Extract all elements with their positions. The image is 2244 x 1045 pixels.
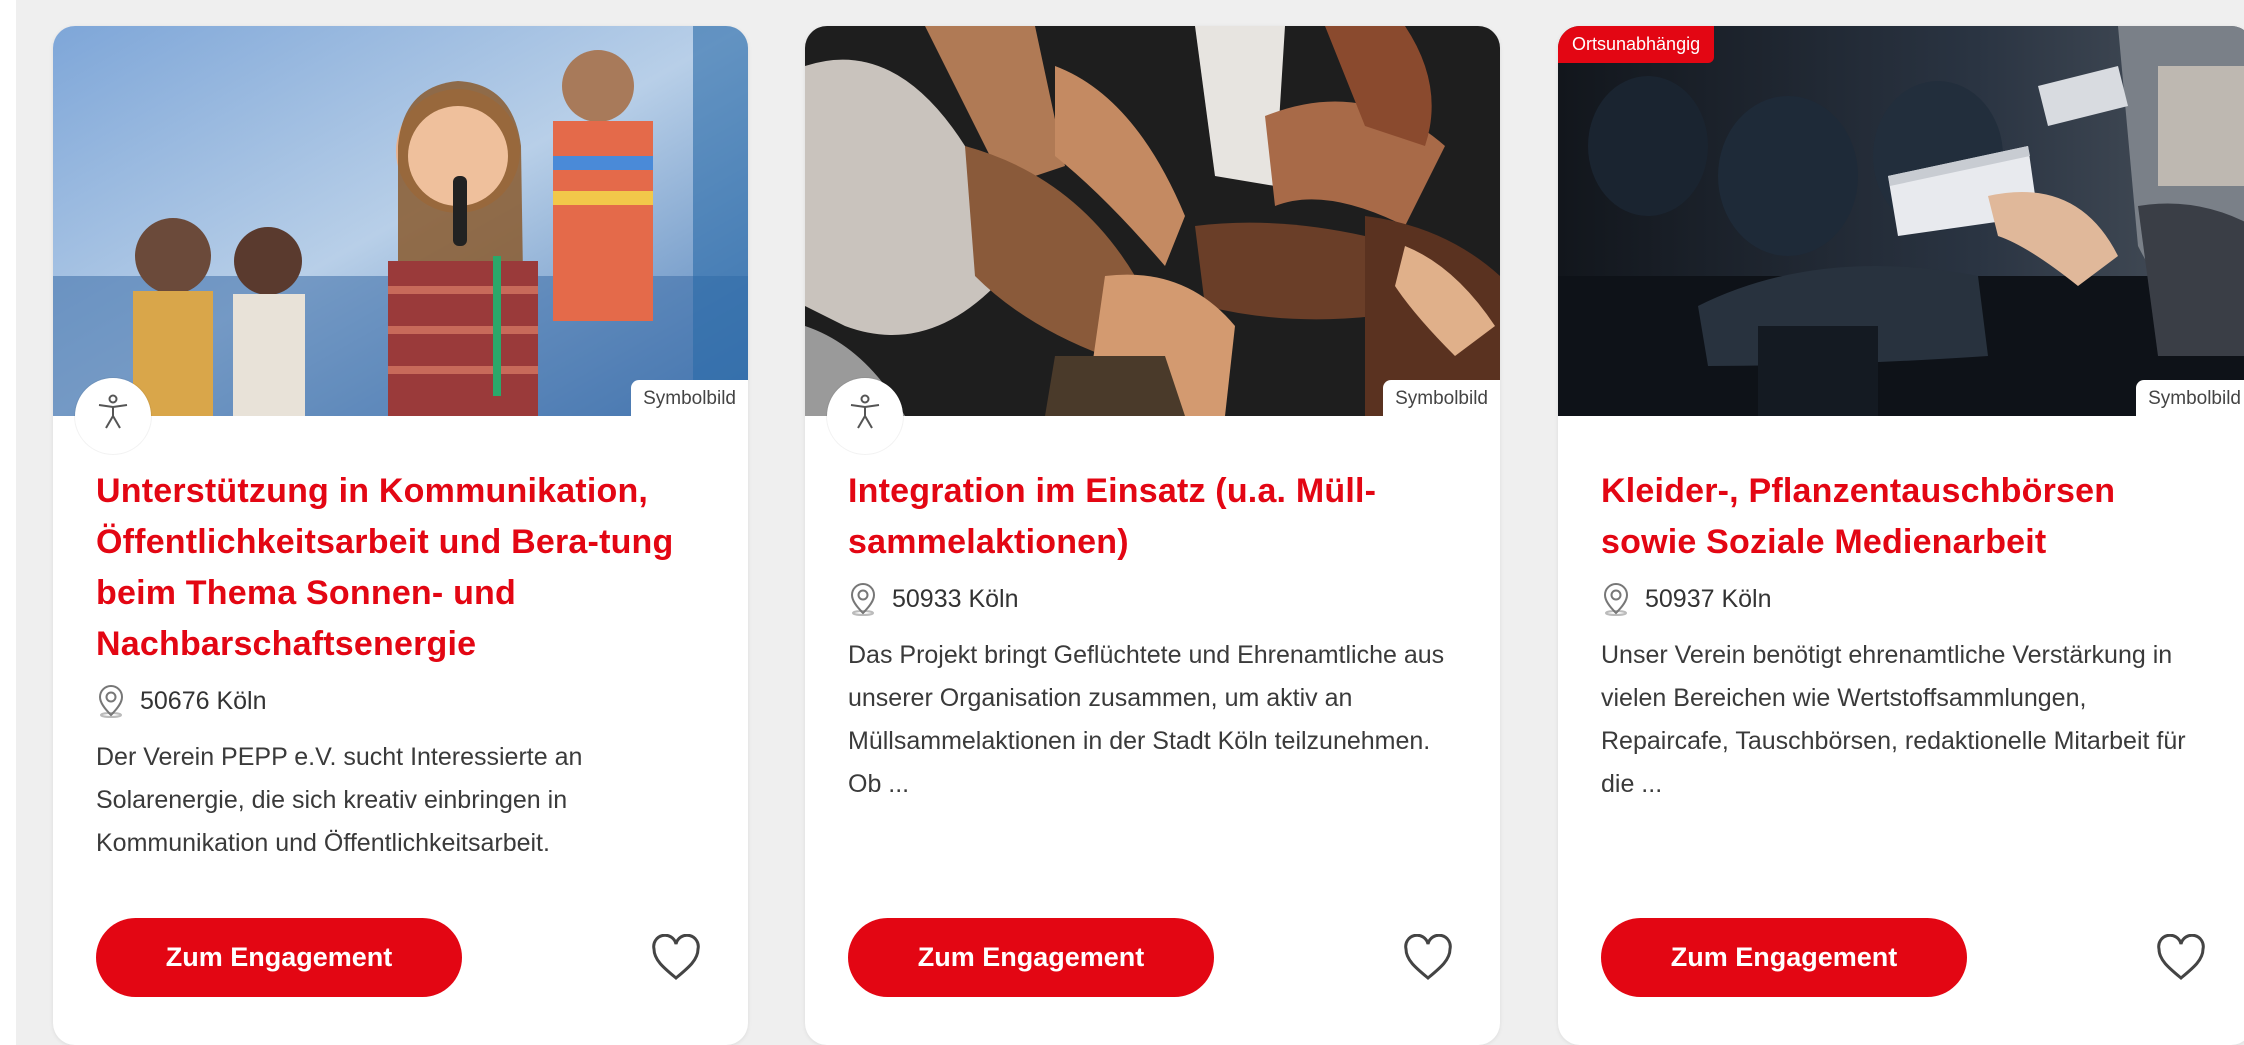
card-description: Das Projekt bringt Geflüchtete und Ehren… xyxy=(848,641,1445,798)
accessibility-icon xyxy=(827,378,903,454)
engagement-card: Symbolbild Unterstützung in Kommunikatio… xyxy=(53,26,748,1045)
card-image[interactable]: Ortsunabhängig Symbolbild xyxy=(1558,26,2244,416)
card-location: 50937 Köln xyxy=(1601,582,2213,616)
card-footer: Zum Engagement xyxy=(1601,918,2213,997)
image-caption: Symbolbild xyxy=(631,380,748,416)
card-image[interactable]: Symbolbild xyxy=(53,26,748,416)
engagement-card: Symbolbild Integration im Einsatz (u.a. … xyxy=(805,26,1500,1045)
heart-outline-icon xyxy=(1404,933,1452,980)
card-location: 50933 Köln xyxy=(848,582,1460,616)
card-body: Kleider-, Pflanzentauschbörsen sowie Soz… xyxy=(1601,466,2213,806)
location-independent-badge: Ortsunabhängig xyxy=(1558,26,1715,63)
card-location: 50676 Köln xyxy=(96,684,708,718)
card-title[interactable]: Unterstützung in Kommunikation, Öffentli… xyxy=(96,466,708,670)
zum-engagement-button[interactable]: Zum Engagement xyxy=(96,918,462,997)
favorite-button[interactable] xyxy=(2155,933,2207,982)
favorite-button[interactable] xyxy=(1402,933,1454,982)
page-edge xyxy=(0,0,16,1045)
card-description: Unser Verein benötigt ehrenamtliche Vers… xyxy=(1601,641,2186,798)
favorite-button[interactable] xyxy=(650,933,702,982)
location-pin-icon xyxy=(1603,583,1629,616)
card-body: Unterstützung in Kommunikation, Öffentli… xyxy=(96,466,708,865)
location-pin-icon xyxy=(98,685,124,718)
location-pin-icon xyxy=(850,583,876,616)
accessibility-icon xyxy=(75,378,151,454)
seminar-notes-photo xyxy=(1558,26,2244,416)
hands-together-photo xyxy=(805,26,1500,416)
location-text: 50933 Köln xyxy=(892,584,1019,613)
zum-engagement-button[interactable]: Zum Engagement xyxy=(1601,918,1967,997)
zum-engagement-button[interactable]: Zum Engagement xyxy=(848,918,1214,997)
heart-outline-icon xyxy=(2157,933,2205,980)
card-title[interactable]: Kleider-, Pflanzentauschbörsen sowie Soz… xyxy=(1601,466,2213,568)
location-text: 50937 Köln xyxy=(1645,584,1772,613)
engagement-card: Ortsunabhängig Symbolbild Kleider-, Pfla… xyxy=(1558,26,2244,1045)
card-footer: Zum Engagement xyxy=(848,918,1460,997)
card-body: Integration im Einsatz (u.a. Müll-sammel… xyxy=(848,466,1460,806)
image-caption: Symbolbild xyxy=(1383,380,1500,416)
card-image[interactable]: Symbolbild xyxy=(805,26,1500,416)
location-text: 50676 Köln xyxy=(140,686,267,715)
engagement-card-list: Symbolbild Unterstützung in Kommunikatio… xyxy=(53,26,2244,1045)
heart-outline-icon xyxy=(652,933,700,980)
speaker-photo xyxy=(53,26,748,416)
card-description: Der Verein PEPP e.V. sucht Interessierte… xyxy=(96,743,583,857)
card-footer: Zum Engagement xyxy=(96,918,708,997)
card-title[interactable]: Integration im Einsatz (u.a. Müll-sammel… xyxy=(848,466,1460,568)
image-caption: Symbolbild xyxy=(2136,380,2244,416)
